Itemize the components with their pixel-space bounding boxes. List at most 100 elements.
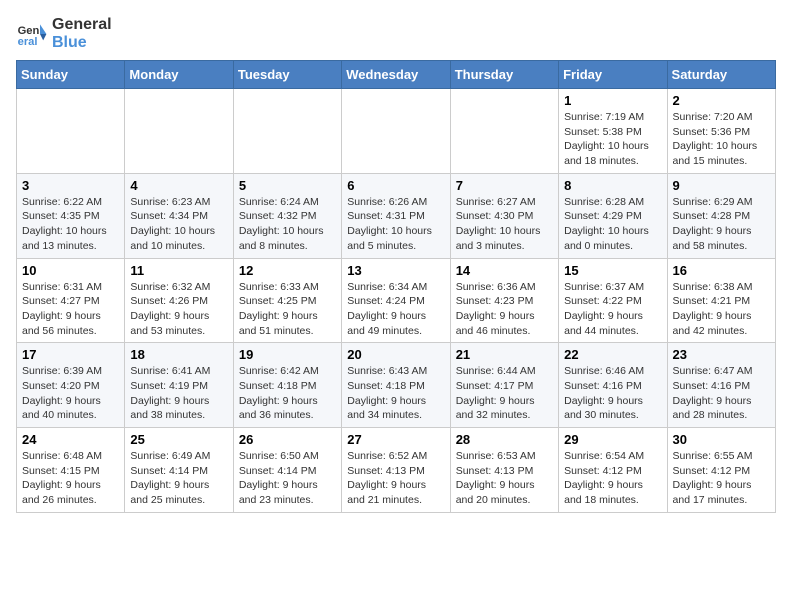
day-number: 10 [22, 263, 119, 278]
day-info: Sunrise: 6:44 AMSunset: 4:17 PMDaylight:… [456, 364, 553, 423]
calendar-cell: 6Sunrise: 6:26 AMSunset: 4:31 PMDaylight… [342, 173, 450, 258]
day-info: Sunrise: 6:32 AMSunset: 4:26 PMDaylight:… [130, 280, 227, 339]
calendar-cell [233, 89, 341, 174]
day-header-thursday: Thursday [450, 61, 558, 89]
day-number: 29 [564, 432, 661, 447]
day-number: 22 [564, 347, 661, 362]
calendar-week-2: 3 Sunrise: 6:22 AMSunset: 4:35 PMDaylight… [17, 173, 776, 258]
day-info: Sunrise: 6:28 AMSunset: 4:29 PMDaylight:… [564, 195, 661, 254]
calendar-cell: 15 Sunrise: 6:37 AMSunset: 4:22 PMDayligh… [559, 258, 667, 343]
day-info: Sunrise: 6:50 AMSunset: 4:14 PMDaylight:… [239, 449, 336, 508]
calendar-cell: 22 Sunrise: 6:46 AMSunset: 4:16 PMDayligh… [559, 343, 667, 428]
calendar-cell: 13 Sunrise: 6:34 AMSunset: 4:24 PMDayligh… [342, 258, 450, 343]
day-info: Sunrise: 6:42 AMSunset: 4:18 PMDaylight:… [239, 364, 336, 423]
calendar-cell: 30Sunrise: 6:55 AMSunset: 4:12 PMDayligh… [667, 428, 775, 513]
day-number: 14 [456, 263, 553, 278]
day-number: 28 [456, 432, 553, 447]
calendar-cell: 4Sunrise: 6:23 AMSunset: 4:34 PMDaylight… [125, 173, 233, 258]
day-number: 19 [239, 347, 336, 362]
calendar-cell: 18 Sunrise: 6:41 AMSunset: 4:19 PMDayligh… [125, 343, 233, 428]
day-number: 18 [130, 347, 227, 362]
day-info: Sunrise: 6:43 AMSunset: 4:18 PMDaylight:… [347, 364, 444, 423]
calendar-cell [125, 89, 233, 174]
calendar-week-1: 1 Sunrise: 7:19 AMSunset: 5:38 PMDaylight… [17, 89, 776, 174]
calendar-body: 1 Sunrise: 7:19 AMSunset: 5:38 PMDaylight… [17, 89, 776, 513]
page-header: Gen eral General Blue [16, 16, 776, 52]
calendar-cell: 7 Sunrise: 6:27 AMSunset: 4:30 PMDaylight… [450, 173, 558, 258]
day-number: 1 [564, 93, 661, 108]
calendar-week-3: 10 Sunrise: 6:31 AMSunset: 4:27 PMDayligh… [17, 258, 776, 343]
day-number: 25 [130, 432, 227, 447]
calendar-cell: 27 Sunrise: 6:52 AMSunset: 4:13 PMDayligh… [342, 428, 450, 513]
day-header-sunday: Sunday [17, 61, 125, 89]
day-info: Sunrise: 7:20 AMSunset: 5:36 PMDaylight:… [673, 110, 770, 169]
calendar-cell: 25 Sunrise: 6:49 AMSunset: 4:14 PMDayligh… [125, 428, 233, 513]
day-info: Sunrise: 6:47 AMSunset: 4:16 PMDaylight:… [673, 364, 770, 423]
day-number: 4 [130, 178, 227, 193]
calendar-cell: 8 Sunrise: 6:28 AMSunset: 4:29 PMDaylight… [559, 173, 667, 258]
day-header-saturday: Saturday [667, 61, 775, 89]
day-info: Sunrise: 7:19 AMSunset: 5:38 PMDaylight:… [564, 110, 661, 169]
calendar-cell [450, 89, 558, 174]
day-info: Sunrise: 6:31 AMSunset: 4:27 PMDaylight:… [22, 280, 119, 339]
day-number: 6 [347, 178, 444, 193]
day-number: 27 [347, 432, 444, 447]
day-number: 7 [456, 178, 553, 193]
svg-text:eral: eral [18, 36, 38, 48]
day-number: 2 [673, 93, 770, 108]
calendar-cell: 3 Sunrise: 6:22 AMSunset: 4:35 PMDaylight… [17, 173, 125, 258]
svg-text:Gen: Gen [18, 25, 40, 37]
day-header-wednesday: Wednesday [342, 61, 450, 89]
day-number: 8 [564, 178, 661, 193]
calendar-cell: 9 Sunrise: 6:29 AMSunset: 4:28 PMDaylight… [667, 173, 775, 258]
logo: Gen eral General Blue [16, 16, 112, 52]
day-number: 9 [673, 178, 770, 193]
calendar-table: SundayMondayTuesdayWednesdayThursdayFrid… [16, 60, 776, 513]
calendar-cell: 24Sunrise: 6:48 AMSunset: 4:15 PMDayligh… [17, 428, 125, 513]
day-info: Sunrise: 6:55 AMSunset: 4:12 PMDaylight:… [673, 449, 770, 508]
day-info: Sunrise: 6:29 AMSunset: 4:28 PMDaylight:… [673, 195, 770, 254]
day-info: Sunrise: 6:39 AMSunset: 4:20 PMDaylight:… [22, 364, 119, 423]
day-number: 15 [564, 263, 661, 278]
day-number: 5 [239, 178, 336, 193]
logo-text: General Blue [52, 16, 112, 52]
day-header-tuesday: Tuesday [233, 61, 341, 89]
calendar-cell: 14 Sunrise: 6:36 AMSunset: 4:23 PMDayligh… [450, 258, 558, 343]
day-info: Sunrise: 6:49 AMSunset: 4:14 PMDaylight:… [130, 449, 227, 508]
day-info: Sunrise: 6:33 AMSunset: 4:25 PMDaylight:… [239, 280, 336, 339]
logo-icon: Gen eral [16, 18, 48, 50]
day-header-friday: Friday [559, 61, 667, 89]
day-info: Sunrise: 6:22 AMSunset: 4:35 PMDaylight:… [22, 195, 119, 254]
calendar-cell: 2 Sunrise: 7:20 AMSunset: 5:36 PMDaylight… [667, 89, 775, 174]
day-number: 21 [456, 347, 553, 362]
day-number: 23 [673, 347, 770, 362]
day-info: Sunrise: 6:34 AMSunset: 4:24 PMDaylight:… [347, 280, 444, 339]
day-info: Sunrise: 6:52 AMSunset: 4:13 PMDaylight:… [347, 449, 444, 508]
calendar-cell: 29Sunrise: 6:54 AMSunset: 4:12 PMDayligh… [559, 428, 667, 513]
day-number: 26 [239, 432, 336, 447]
day-number: 13 [347, 263, 444, 278]
day-number: 3 [22, 178, 119, 193]
day-header-monday: Monday [125, 61, 233, 89]
calendar-cell: 10 Sunrise: 6:31 AMSunset: 4:27 PMDayligh… [17, 258, 125, 343]
day-info: Sunrise: 6:27 AMSunset: 4:30 PMDaylight:… [456, 195, 553, 254]
day-info: Sunrise: 6:36 AMSunset: 4:23 PMDaylight:… [456, 280, 553, 339]
day-number: 17 [22, 347, 119, 362]
day-number: 20 [347, 347, 444, 362]
day-info: Sunrise: 6:53 AMSunset: 4:13 PMDaylight:… [456, 449, 553, 508]
calendar-cell: 16 Sunrise: 6:38 AMSunset: 4:21 PMDayligh… [667, 258, 775, 343]
day-number: 16 [673, 263, 770, 278]
day-info: Sunrise: 6:41 AMSunset: 4:19 PMDaylight:… [130, 364, 227, 423]
calendar-cell: 12Sunrise: 6:33 AMSunset: 4:25 PMDayligh… [233, 258, 341, 343]
calendar-cell [17, 89, 125, 174]
calendar-cell: 17 Sunrise: 6:39 AMSunset: 4:20 PMDayligh… [17, 343, 125, 428]
day-info: Sunrise: 6:24 AMSunset: 4:32 PMDaylight:… [239, 195, 336, 254]
calendar-header: SundayMondayTuesdayWednesdayThursdayFrid… [17, 61, 776, 89]
calendar-cell [342, 89, 450, 174]
calendar-week-4: 17 Sunrise: 6:39 AMSunset: 4:20 PMDayligh… [17, 343, 776, 428]
calendar-cell: 1 Sunrise: 7:19 AMSunset: 5:38 PMDaylight… [559, 89, 667, 174]
day-info: Sunrise: 6:38 AMSunset: 4:21 PMDaylight:… [673, 280, 770, 339]
day-info: Sunrise: 6:37 AMSunset: 4:22 PMDaylight:… [564, 280, 661, 339]
day-info: Sunrise: 6:46 AMSunset: 4:16 PMDaylight:… [564, 364, 661, 423]
calendar-cell: 23 Sunrise: 6:47 AMSunset: 4:16 PMDayligh… [667, 343, 775, 428]
